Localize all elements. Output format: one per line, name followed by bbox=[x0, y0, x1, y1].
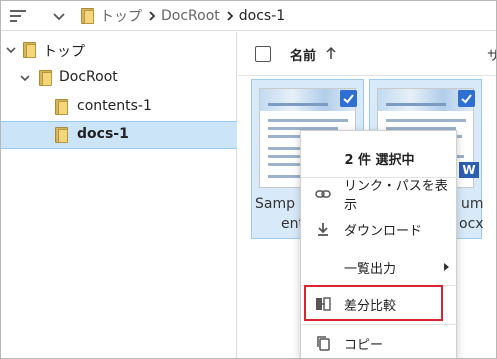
size-column-header[interactable]: サ bbox=[487, 45, 496, 64]
copy-icon bbox=[317, 336, 330, 351]
folder-icon bbox=[55, 127, 68, 143]
menu-item-show-link[interactable]: リンク・パスを表示 bbox=[301, 179, 458, 213]
breadcrumb: トップ DocRoot docs-1 bbox=[81, 5, 285, 27]
chevron-down-icon[interactable] bbox=[19, 72, 31, 84]
word-document-icon: W bbox=[459, 162, 479, 178]
file-manager-window: トップ DocRoot docs-1 トップ DocRoot contents-… bbox=[0, 0, 497, 359]
tree-item-contents-1[interactable]: contents-1 bbox=[1, 93, 237, 121]
checkmark-icon[interactable] bbox=[458, 90, 475, 107]
breadcrumb-item-docroot[interactable]: DocRoot bbox=[161, 8, 220, 24]
menu-item-copy[interactable]: コピー bbox=[301, 328, 458, 358]
selection-count: 2 件 選択中 bbox=[344, 153, 415, 168]
select-all-checkbox[interactable] bbox=[255, 46, 271, 62]
menu-icon[interactable] bbox=[10, 10, 26, 22]
menu-item-label: コピー bbox=[344, 337, 384, 353]
folder-icon bbox=[55, 99, 68, 115]
submenu-arrow-icon bbox=[444, 263, 449, 271]
context-menu: 2 件 選択中 リンク・パスを表示 ダウンロード 一覧出力 差分比較 コピー bbox=[300, 130, 458, 358]
tree-item-top[interactable]: トップ bbox=[1, 36, 237, 64]
menu-item-label: 一覧出力 bbox=[344, 261, 397, 277]
tree-item-label: トップ bbox=[43, 44, 85, 60]
menu-divider bbox=[301, 324, 458, 325]
folder-icon bbox=[81, 8, 94, 24]
chevron-down-icon[interactable] bbox=[5, 44, 17, 56]
link-icon bbox=[315, 190, 331, 198]
chevron-down-icon[interactable] bbox=[51, 8, 67, 24]
menu-item-label: リンク・パスを表示 bbox=[344, 179, 448, 213]
arrow-up-icon[interactable] bbox=[325, 46, 337, 60]
top-bar: トップ DocRoot docs-1 bbox=[1, 1, 496, 31]
menu-item-label: ダウンロード bbox=[344, 223, 423, 239]
folder-tree: トップ DocRoot contents-1 docs-1 bbox=[1, 32, 237, 358]
breadcrumb-item-top[interactable]: トップ bbox=[100, 6, 142, 26]
name-column-header[interactable]: 名前 bbox=[290, 45, 316, 64]
folder-icon bbox=[39, 70, 52, 86]
menu-item-export-list[interactable]: 一覧出力 bbox=[301, 252, 458, 282]
file-list-header: 名前 サ bbox=[238, 32, 496, 76]
tree-item-docroot[interactable]: DocRoot bbox=[1, 64, 237, 92]
chevron-right-icon bbox=[227, 11, 234, 21]
menu-item-download[interactable]: ダウンロード bbox=[301, 214, 458, 244]
highlight-box bbox=[304, 285, 443, 321]
tree-item-label: DocRoot bbox=[59, 69, 118, 85]
tree-item-label: contents-1 bbox=[77, 98, 152, 114]
folder-icon bbox=[23, 42, 36, 58]
tree-item-docs-1[interactable]: docs-1 bbox=[1, 121, 237, 149]
breadcrumb-item-current: docs-1 bbox=[238, 8, 286, 24]
tree-item-label: docs-1 bbox=[77, 126, 129, 142]
checkmark-icon[interactable] bbox=[340, 90, 357, 107]
chevron-right-icon bbox=[149, 11, 156, 21]
download-icon bbox=[318, 223, 328, 236]
